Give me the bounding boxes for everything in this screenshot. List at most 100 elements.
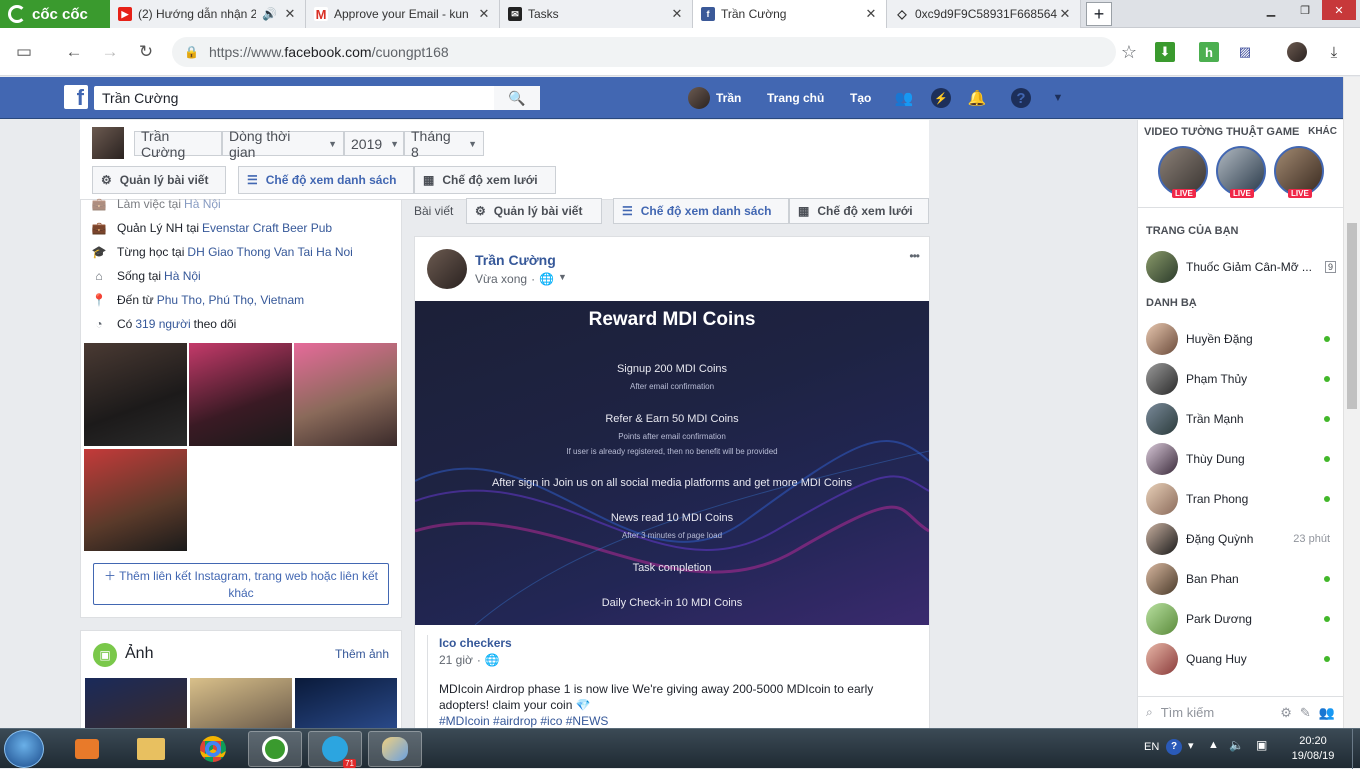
new-group-icon[interactable]: 👥 (1319, 705, 1335, 721)
post-options-icon[interactable]: ••• (909, 249, 920, 263)
help-icon[interactable]: ? (1011, 88, 1031, 108)
profile-link[interactable]: Trần (688, 77, 741, 119)
minimize-icon[interactable]: ▁ (1254, 0, 1288, 20)
timeline-dropdown[interactable]: Dòng thời gian ▼ (222, 128, 344, 160)
fb-search-input[interactable]: Trần Cường 🔍 (94, 86, 540, 110)
tab-youtube[interactable]: ▶ (2) Hướng dẫn nhận 2 🔊 ✕ (110, 0, 306, 28)
contact-item[interactable]: Quang Huy (1146, 641, 1336, 677)
show-hidden-icons-icon[interactable]: ▲ (1208, 739, 1219, 751)
download-ext-icon[interactable]: ⬇ (1155, 42, 1175, 62)
featured-photo[interactable] (84, 449, 187, 551)
facebook-logo-icon[interactable]: f (64, 85, 88, 109)
add-link-button[interactable]: ＋ Thêm liên kết Instagram, trang web hoặ… (93, 563, 389, 605)
url-input[interactable]: 🔒 https://www. facebook.com/cuongpt168 (172, 37, 1116, 67)
add-photos-link[interactable]: Thêm ảnh (335, 647, 389, 661)
coccoc-menu-button[interactable]: cốc cốc (0, 0, 110, 28)
photo-thumb[interactable] (190, 678, 292, 730)
explorer-app[interactable] (124, 731, 178, 767)
close-tab-icon[interactable]: ✕ (1058, 6, 1072, 22)
back-icon[interactable]: ← (62, 40, 86, 64)
intro-link[interactable]: DH Giao Thong Van Tai Ha Noi (187, 245, 352, 259)
featured-photo[interactable] (84, 343, 187, 446)
list-view-button[interactable]: ☰ Chế độ xem danh sách (238, 166, 414, 194)
intro-link[interactable]: Phu Tho, Phú Thọ, Vietnam (157, 293, 304, 307)
tab-tasks[interactable]: ✉ Tasks ✕ (500, 0, 693, 28)
live-video-avatar[interactable]: LIVE (1216, 146, 1266, 198)
author-avatar[interactable] (427, 249, 467, 289)
extension-h-icon[interactable]: h (1199, 42, 1219, 62)
help-icon[interactable]: ? (1166, 739, 1182, 755)
show-desktop-button[interactable] (1352, 729, 1360, 769)
shared-time[interactable]: 21 giờ (439, 653, 473, 667)
manage-posts-button[interactable]: ⚙ Quản lý bài viết (92, 166, 226, 194)
live-video-avatar[interactable]: LIVE (1274, 146, 1324, 198)
contact-item[interactable]: Phạm Thủy (1146, 361, 1336, 397)
profile-avatar[interactable] (1287, 42, 1307, 62)
close-tab-icon[interactable]: ✕ (670, 6, 684, 22)
live-more-link[interactable]: KHÁC (1308, 126, 1337, 137)
scrollbar-thumb[interactable] (1347, 223, 1357, 409)
close-tab-icon[interactable]: ✕ (864, 6, 878, 22)
intro-link[interactable]: Hà Nội (184, 197, 221, 211)
tab-facebook[interactable]: f Trần Cường ✕ (693, 0, 887, 28)
post-time[interactable]: Vừa xong (475, 272, 527, 286)
maximize-icon[interactable]: ❐ (1288, 0, 1322, 20)
search-icon[interactable]: 🔍 (494, 86, 540, 110)
speaker-icon[interactable]: 🔊 (262, 7, 277, 21)
chevron-down-icon[interactable]: ▼ (558, 272, 567, 286)
language-indicator[interactable]: EN (1144, 741, 1159, 753)
paint-app[interactable] (368, 731, 422, 767)
profile-thumbnail[interactable] (92, 127, 124, 159)
close-tab-icon[interactable]: ✕ (283, 6, 297, 22)
contact-item[interactable]: Huyền Đặng (1146, 321, 1336, 357)
grid-view-button[interactable]: ▦ Chế độ xem lưới (414, 166, 556, 194)
downloads-icon[interactable]: ⤓ (1324, 42, 1344, 62)
home-link[interactable]: Trang chủ (767, 77, 824, 119)
post-image[interactable]: Reward MDI Coins Signup 200 MDI Coins Af… (415, 301, 929, 625)
photo-thumb[interactable] (85, 678, 187, 730)
account-menu-icon[interactable]: ▼ (1048, 88, 1068, 108)
messenger-icon[interactable]: ⚡ (931, 88, 951, 108)
bookmark-star-icon[interactable]: ☆ (1119, 42, 1139, 62)
shared-author[interactable]: Ico checkers (439, 636, 512, 650)
close-tab-icon[interactable]: ✕ (477, 6, 491, 22)
telegram-app[interactable]: 71 (308, 731, 362, 768)
contact-item[interactable]: Đặng Quỳnh 23 phút (1146, 521, 1336, 557)
new-tab-button[interactable]: + (1086, 2, 1112, 26)
volume-icon[interactable]: 🔈 (1229, 738, 1244, 752)
forward-icon[interactable]: → (98, 40, 122, 64)
intro-link[interactable]: 319 người (135, 317, 190, 331)
network-icon[interactable]: ▣ (1256, 738, 1267, 752)
close-window-icon[interactable]: ✕ (1322, 0, 1356, 20)
contact-item[interactable]: Tran Phong (1146, 481, 1336, 517)
notifications-icon[interactable]: 🔔 (967, 88, 987, 108)
post-author[interactable]: Trần Cường (475, 252, 556, 268)
extension-ma-icon[interactable]: ▨ (1235, 42, 1255, 62)
keyboard-icon[interactable]: ▾ (1188, 739, 1194, 752)
live-video-avatar[interactable]: LIVE (1158, 146, 1208, 198)
settings-gear-icon[interactable]: ⚙ (1280, 705, 1292, 721)
list-view-button[interactable]: ☰ Chế độ xem danh sách (613, 198, 789, 224)
reload-icon[interactable]: ↻ (134, 40, 158, 64)
create-link[interactable]: Tạo (850, 77, 871, 119)
intro-link[interactable]: Hà Nội (164, 269, 201, 283)
manage-posts-button[interactable]: ⚙ Quản lý bài viết (466, 198, 602, 224)
tab-ethereum[interactable]: ◇ 0xc9d9F9C58931F668564 ✕ (887, 0, 1081, 28)
friend-requests-icon[interactable]: 👥 (894, 88, 914, 108)
tab-gmail[interactable]: M Approve your Email - kun ✕ (306, 0, 500, 28)
year-dropdown[interactable]: 2019 ▼ (344, 131, 404, 156)
contact-item[interactable]: Trần Mạnh (1146, 401, 1336, 437)
contact-item[interactable]: Thùy Dung (1146, 441, 1336, 477)
profile-name-button[interactable]: Trần Cường (134, 128, 222, 160)
start-button[interactable] (4, 730, 44, 768)
chat-search-input[interactable]: ⌕ Tìm kiếm ⚙ ✎ 👥 (1138, 696, 1343, 728)
featured-photo[interactable] (189, 343, 292, 446)
post-hashtags[interactable]: #MDIcoin #airdrop #ico #NEWS (439, 714, 608, 728)
intro-link[interactable]: Evenstar Craft Beer Pub (202, 221, 332, 235)
media-player-app[interactable] (60, 731, 114, 767)
page-item[interactable]: Thuốc Giảm Cân-Mỡ ... 9 (1146, 249, 1336, 285)
grid-view-button[interactable]: ▦ Chế độ xem lưới (789, 198, 929, 224)
month-dropdown[interactable]: Tháng 8 ▼ (404, 128, 484, 160)
sidebar-toggle-icon[interactable]: ▭ (12, 40, 36, 64)
system-clock[interactable]: 20:20 19/08/19 (1286, 734, 1340, 764)
